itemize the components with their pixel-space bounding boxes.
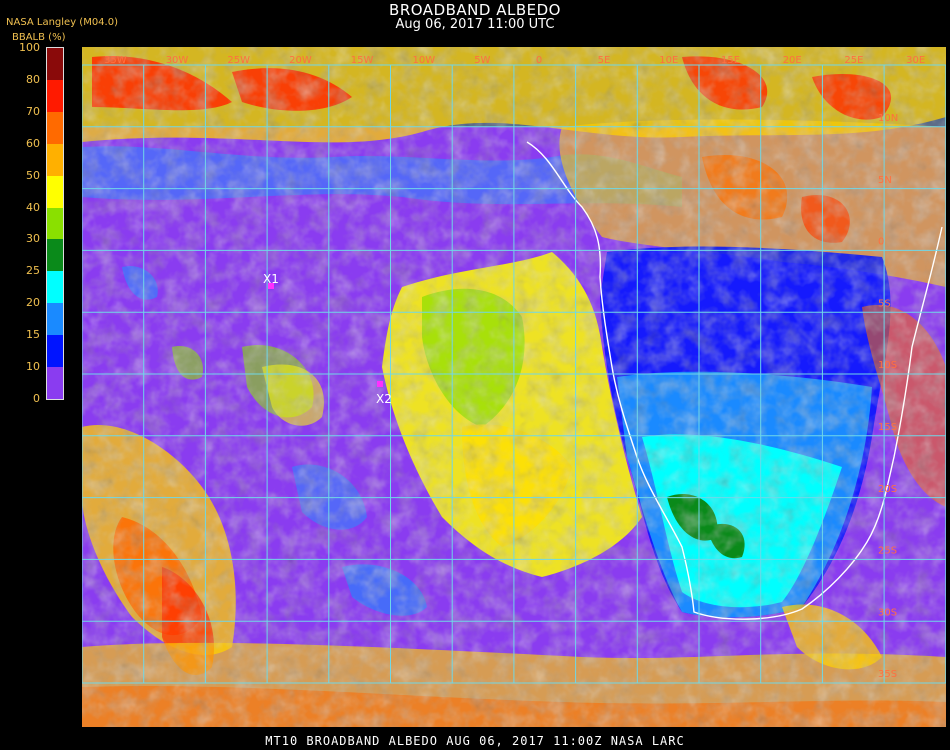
latitude-label: 10N (878, 113, 898, 124)
latitude-label: 10S (878, 360, 897, 371)
marker-x2-label: X2 (376, 392, 392, 406)
colorbar-tick-label: 70 (26, 104, 40, 118)
latitude-label: 20S (878, 484, 897, 495)
colorbar-segment (47, 143, 63, 176)
colorbar-segment (47, 367, 63, 399)
longitude-label: 15W (351, 55, 374, 66)
latitude-label: 0 (878, 237, 884, 248)
colorbar-tick-label: 10 (26, 360, 40, 374)
colorbar-segment (47, 175, 63, 208)
longitude-label: 10W (413, 55, 436, 66)
colorbar-segment (47, 111, 63, 144)
colorbar-tick-label: 50 (26, 168, 40, 182)
latitude-label: 5N (878, 175, 892, 186)
colorbar-tick-label: 15 (26, 328, 40, 342)
longitude-label: 5E (598, 55, 611, 66)
colorbar-tick-label: 30 (26, 232, 40, 246)
colorbar-segment (47, 48, 63, 80)
colorbar-segment (47, 303, 63, 336)
latitude-label: 5S (878, 298, 891, 309)
longitude-label: 25W (227, 55, 250, 66)
map-footer: MT10 BROADBAND ALBEDO AUG 06, 2017 11:00… (265, 734, 685, 748)
colorbar-segment (47, 207, 63, 240)
latitude-label: 25S (878, 546, 897, 557)
colorbar-tick-label: 100 (19, 41, 40, 54)
latitude-label: 35S (878, 669, 897, 680)
colorbar-segment (47, 271, 63, 304)
colorbar-tick-label: 25 (26, 264, 40, 278)
colorbar-segment (47, 335, 63, 368)
colorbar-segment (47, 79, 63, 112)
colorbar-tick-label: 80 (26, 72, 40, 86)
latitude-label: 15S (878, 422, 897, 433)
colorbar-tick-label: 20 (26, 296, 40, 310)
longitude-label: 15E (721, 55, 740, 66)
colorbar-tick-label: 40 (26, 200, 40, 214)
latitude-label: 30S (878, 607, 897, 618)
source-label: NASA Langley (M04.0) (6, 17, 118, 28)
longitude-label: 10E (659, 55, 678, 66)
colorbar-segment (47, 239, 63, 272)
map-datetime: Aug 06, 2017 11:00 UTC (395, 17, 555, 32)
longitude-label: 30W (166, 55, 189, 66)
longitude-label: 35W (104, 55, 127, 66)
longitude-label: 25E (844, 55, 863, 66)
longitude-label: 20W (289, 55, 312, 66)
longitude-label: 0 (536, 55, 542, 66)
map-canvas: 35W 30W 25W 20W 15W 10W 5W 0 5E 10E 15E 20E 25E 30E 35… (82, 47, 946, 727)
colorbar-tick-label: 0 (33, 392, 40, 405)
colorbar (46, 47, 64, 400)
longitude-label: 5W (474, 55, 490, 66)
longitude-label: 20E (783, 55, 802, 66)
longitude-label: 30E (906, 55, 925, 66)
albedo-map[interactable]: 35W 30W 25W 20W 15W 10W 5W 0 5E 10E 15E 20E 25E 30E 35… (82, 47, 946, 727)
colorbar-tick-label: 60 (26, 136, 40, 150)
marker-x1-label: X1 (263, 272, 279, 286)
